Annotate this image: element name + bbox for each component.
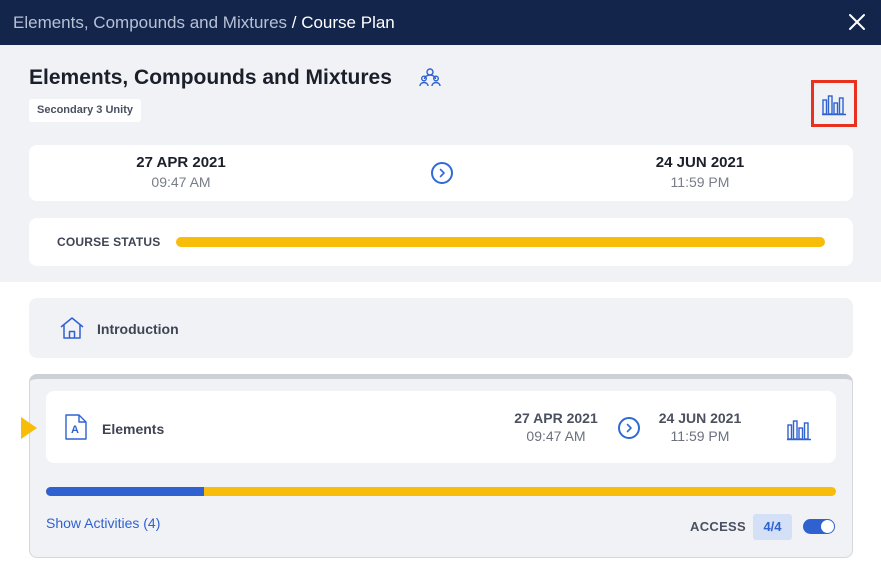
home-icon: [59, 315, 85, 341]
module-end-date: 24 JUN 2021: [658, 410, 742, 426]
access-toggle[interactable]: [803, 519, 835, 534]
access-label: ACCESS: [690, 519, 746, 534]
top-bar: Elements, Compounds and Mixtures / Cours…: [0, 0, 881, 45]
document-icon-letter: A: [71, 424, 79, 436]
course-status-card: COURSE STATUS: [29, 218, 853, 266]
class-tag: Secondary 3 Unity: [29, 99, 141, 122]
course-date-card: 27 APR 2021 09:47 AM 24 JUN 2021 11:59 P…: [29, 145, 853, 201]
module-end: 24 JUN 2021 11:59 PM: [640, 410, 760, 444]
course-end: 24 JUN 2021 11:59 PM: [630, 154, 770, 190]
document-icon: A: [64, 413, 88, 441]
introduction-item[interactable]: Introduction: [29, 298, 853, 358]
course-end-date: 24 JUN 2021: [655, 154, 745, 171]
toggle-knob: [821, 520, 834, 533]
module-start-time: 09:47 AM: [526, 428, 586, 444]
course-start-date: 27 APR 2021: [136, 154, 226, 171]
current-module-pointer: [21, 417, 37, 439]
chevron-right-icon: [618, 417, 640, 439]
course-end-time: 11:59 PM: [670, 174, 730, 190]
course-status-bar: [176, 237, 825, 247]
access-count-badge: 4/4: [753, 514, 792, 540]
module-start: 27 APR 2021 09:47 AM: [496, 410, 616, 444]
page-title: Elements, Compounds and Mixtures: [29, 66, 392, 89]
course-start: 27 APR 2021 09:47 AM: [111, 154, 251, 190]
bar-chart-icon: [822, 94, 846, 115]
module-label: Elements: [102, 421, 165, 437]
course-stats-button[interactable]: [811, 80, 857, 127]
breadcrumb-parent[interactable]: Elements, Compounds and Mixtures: [13, 13, 287, 32]
breadcrumb: Elements, Compounds and Mixtures / Cours…: [13, 13, 395, 33]
module-progress-bar: [46, 487, 836, 496]
close-icon[interactable]: [847, 12, 867, 32]
breadcrumb-current: Course Plan: [301, 12, 395, 32]
module-start-date: 27 APR 2021: [514, 410, 598, 426]
module-end-time: 11:59 PM: [670, 428, 730, 444]
show-activities-link[interactable]: Show Activities (4): [46, 515, 160, 531]
course-status-label: COURSE STATUS: [57, 235, 161, 249]
module-progress-fill: [46, 487, 204, 496]
bar-chart-icon[interactable]: [786, 417, 812, 441]
introduction-label: Introduction: [97, 321, 179, 337]
module-item-elements[interactable]: A Elements 27 APR 2021 09:47 AM 24 JUN 2…: [46, 391, 836, 463]
breadcrumb-separator: /: [287, 12, 302, 32]
course-start-time: 09:47 AM: [151, 174, 211, 190]
chevron-right-icon: [431, 162, 453, 184]
group-icon[interactable]: [418, 66, 442, 90]
